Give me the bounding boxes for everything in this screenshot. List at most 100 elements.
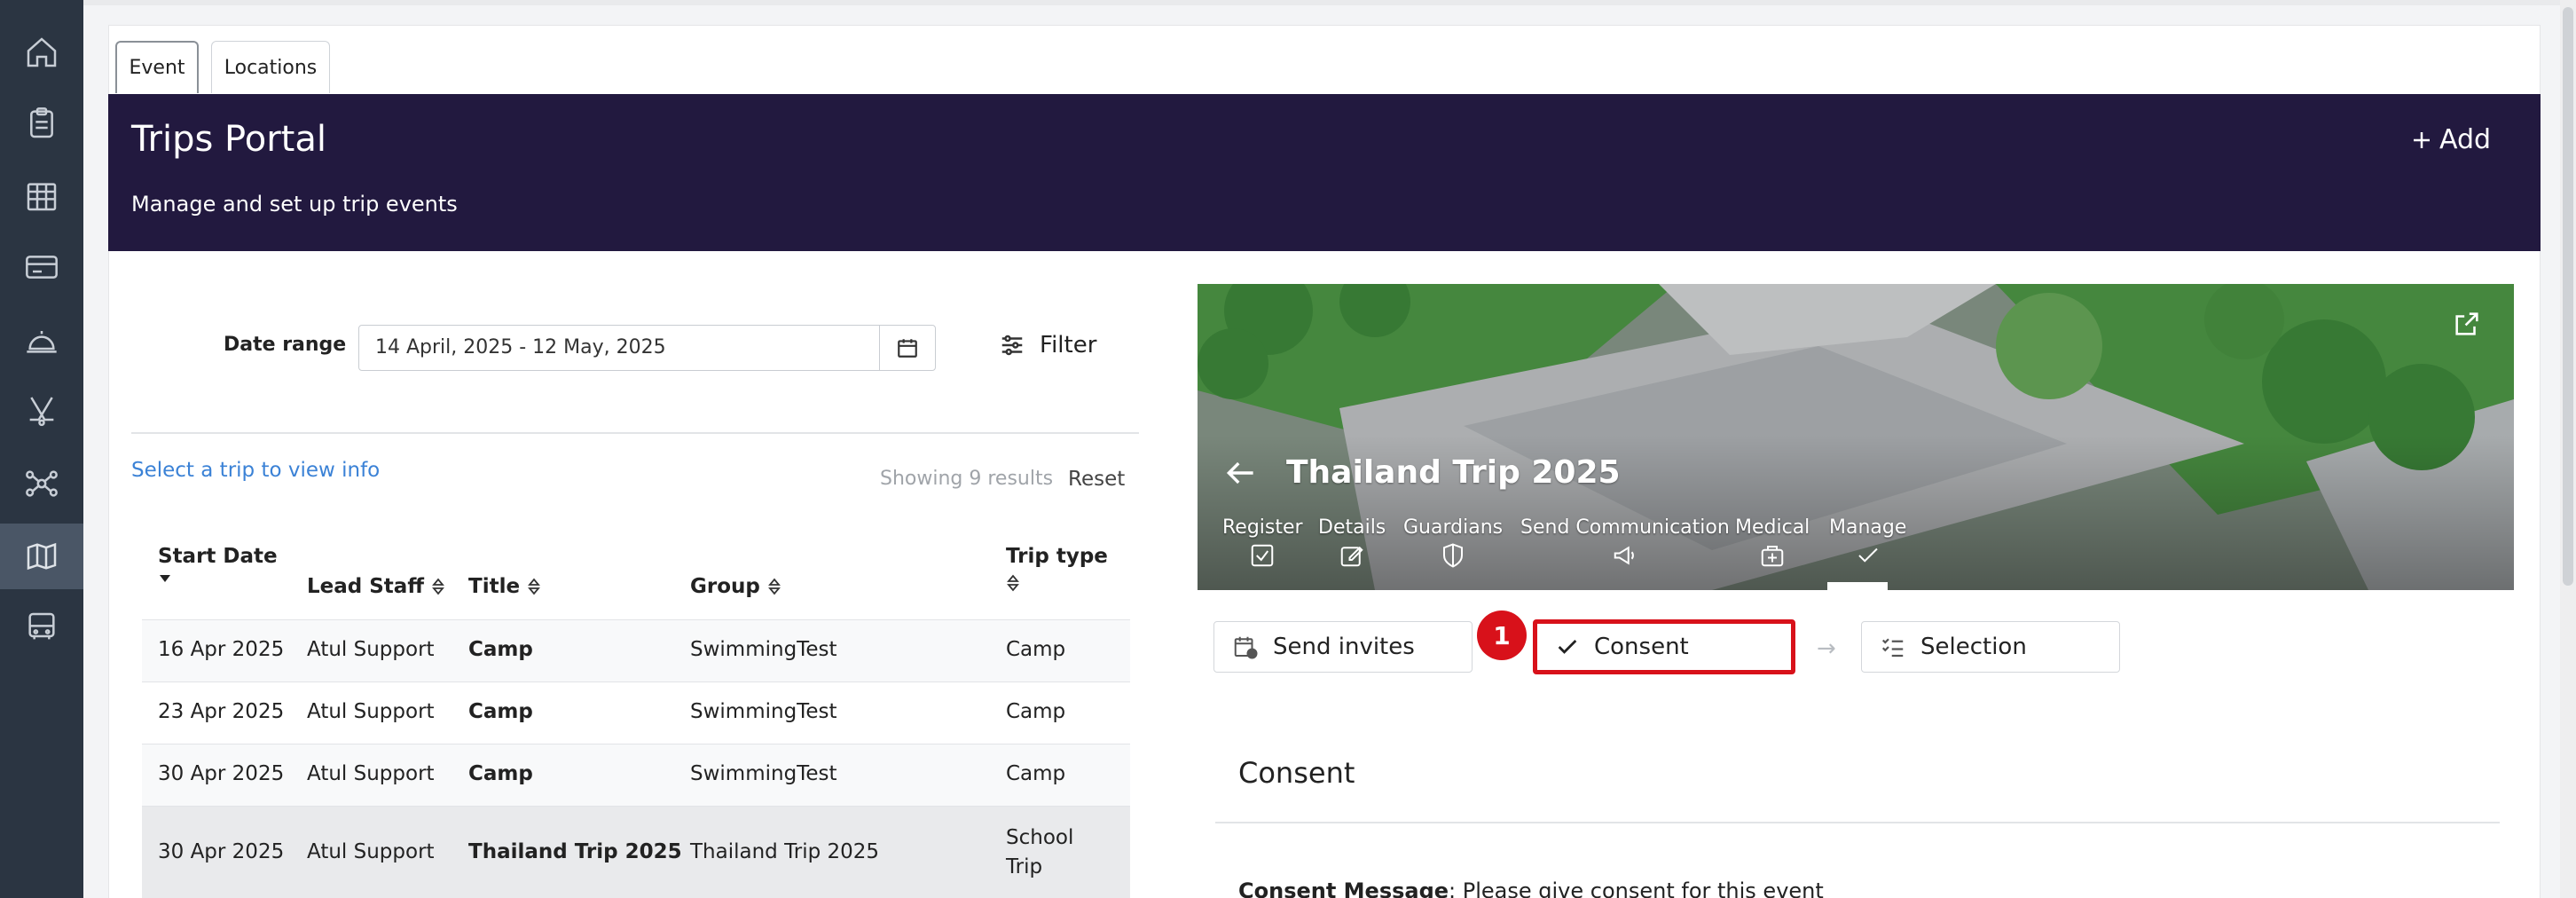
nav-details[interactable]: Details <box>1318 516 1386 569</box>
step-label: Selection <box>1920 634 2027 660</box>
cell-lead-staff: Atul Support <box>307 638 435 661</box>
sidebar-item-bus[interactable] <box>0 595 83 660</box>
scrollbar-thumb[interactable] <box>2563 7 2573 586</box>
cell-title: Thailand Trip 2025 <box>468 840 682 863</box>
cell-trip-type-line1: School <box>1006 826 1074 849</box>
plus-icon <box>2414 131 2430 148</box>
checkbox-icon <box>1252 544 1274 567</box>
step-consent[interactable]: Consent <box>1533 619 1795 674</box>
step-label: Send invites <box>1273 634 1415 660</box>
nav-register[interactable]: Register <box>1222 516 1303 569</box>
tab-event[interactable]: Event <box>115 41 199 93</box>
megaphone-icon <box>1614 546 1634 565</box>
network-icon <box>26 470 58 497</box>
cell-start-date: 30 Apr 2025 <box>158 762 285 785</box>
page-header: Trips Portal Manage and set up trip even… <box>108 94 2541 251</box>
nav-active-indicator <box>1827 582 1888 590</box>
nav-send-communication[interactable]: Send Communication <box>1520 516 1730 569</box>
column-header-title[interactable]: Title <box>468 575 541 598</box>
page-subtitle: Manage and set up trip events <box>131 192 458 217</box>
edit-icon <box>1340 546 1363 567</box>
filter-button[interactable]: Filter <box>999 332 1096 358</box>
table-row-selected[interactable]: 30 Apr 2025 Atul Support Thailand Trip 2… <box>142 806 1130 898</box>
calendar-icon <box>898 339 917 358</box>
column-header-label: Trip type <box>1006 545 1108 568</box>
nav-guardians[interactable]: Guardians <box>1403 516 1503 569</box>
nav-label: Register <box>1222 516 1303 539</box>
calendar-button[interactable] <box>879 325 936 371</box>
cell-start-date: 30 Apr 2025 <box>158 840 285 863</box>
sidebar-item-home[interactable] <box>0 20 83 85</box>
sidebar-item-network[interactable] <box>0 451 83 516</box>
sort-icon <box>767 578 781 595</box>
sidebar-item-clipboard[interactable] <box>0 91 83 156</box>
cell-lead-staff: Atul Support <box>307 700 435 723</box>
card-icon <box>26 256 58 279</box>
check-icon <box>1558 640 1577 654</box>
trip-banner: Thailand Trip 2025 Register Details Guar… <box>1198 284 2514 590</box>
table-row[interactable]: 16 Apr 2025 Atul Support Camp SwimmingTe… <box>142 619 1130 681</box>
nav-label: Guardians <box>1403 516 1504 539</box>
nav-label: Details <box>1318 516 1386 539</box>
sidebar-item-sports[interactable] <box>0 378 83 444</box>
page-scrollbar[interactable] <box>2560 0 2576 898</box>
sort-desc-icon <box>160 575 170 582</box>
back-arrow-icon[interactable] <box>1226 460 1256 486</box>
cell-title: Camp <box>468 700 533 723</box>
service-bell-icon <box>27 331 57 353</box>
step-selection[interactable]: Selection <box>1861 621 2120 673</box>
home-icon <box>27 37 57 67</box>
shield-icon <box>1443 543 1464 568</box>
add-button[interactable]: Add <box>2411 124 2491 155</box>
nav-manage[interactable]: Manage <box>1829 516 1906 569</box>
date-range-input[interactable]: 14 April, 2025 - 12 May, 2025 <box>358 325 880 371</box>
cell-lead-staff: Atul Support <box>307 840 435 863</box>
map-icon <box>27 542 57 571</box>
cell-title: Camp <box>468 638 533 661</box>
column-header-group[interactable]: Group <box>690 575 781 598</box>
cell-group: SwimmingTest <box>690 638 837 661</box>
top-strip <box>83 0 2576 5</box>
column-header-start-date[interactable]: Start Date <box>158 545 278 584</box>
checklist-icon <box>1881 638 1904 658</box>
reset-button[interactable]: Reset <box>1068 468 1125 491</box>
sidebar-item-card[interactable] <box>0 234 83 300</box>
consent-message: Consent Message: Please give consent for… <box>1238 878 1824 898</box>
table-row[interactable]: 23 Apr 2025 Atul Support Camp SwimmingTe… <box>142 681 1130 744</box>
cell-group: Thailand Trip 2025 <box>690 840 880 863</box>
sidebar-item-trips[interactable] <box>0 524 83 589</box>
nav-label: Medical <box>1735 516 1810 539</box>
sidebar-item-bell[interactable] <box>0 307 83 373</box>
sort-icon <box>528 578 540 595</box>
consent-message-label: Consent Message <box>1238 878 1449 898</box>
tab-locations[interactable]: Locations <box>211 41 330 93</box>
sort-icon <box>1007 574 1019 592</box>
step-label: Consent <box>1594 634 1689 660</box>
consent-divider <box>1215 822 2500 823</box>
external-link-icon[interactable] <box>2452 309 2482 339</box>
step-arrow-icon: → <box>1817 635 1836 662</box>
column-header-label: Start Date <box>158 545 278 568</box>
sidebar-item-calendar[interactable] <box>0 163 83 229</box>
cell-lead-staff: Atul Support <box>307 762 435 785</box>
clipboard-icon <box>30 107 53 138</box>
column-header-trip-type[interactable]: Trip type <box>1006 545 1108 593</box>
results-count: Showing 9 results <box>880 468 1054 490</box>
sliders-icon <box>1001 335 1023 356</box>
consent-message-text: : Please give consent for this event <box>1449 878 1824 898</box>
table-row[interactable]: 30 Apr 2025 Atul Support Camp SwimmingTe… <box>142 744 1130 806</box>
step-send-invites[interactable]: Send invites <box>1213 621 1473 673</box>
hockey-sticks-icon <box>29 397 54 427</box>
sidebar <box>0 0 83 898</box>
cell-trip-type-line2: Trip <box>1006 855 1043 878</box>
filter-divider <box>131 432 1139 434</box>
cell-group: SwimmingTest <box>690 762 837 785</box>
page-title: Trips Portal <box>131 119 326 160</box>
select-trip-prompt: Select a trip to view info <box>131 459 381 482</box>
cell-start-date: 16 Apr 2025 <box>158 638 285 661</box>
cell-trip-type: Camp <box>1006 762 1066 785</box>
nav-label: Send Communication <box>1520 516 1730 539</box>
nav-medical[interactable]: Medical <box>1735 516 1810 569</box>
column-header-lead-staff[interactable]: Lead Staff <box>307 575 445 598</box>
trip-title: Thailand Trip 2025 <box>1286 454 1621 491</box>
